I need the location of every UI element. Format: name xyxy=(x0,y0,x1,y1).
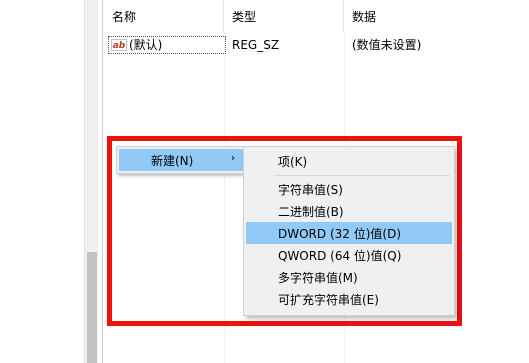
value-name: (默认) xyxy=(129,38,163,52)
tree-scrollbar-thumb[interactable] xyxy=(87,252,97,363)
context-menu: 新建(N) › xyxy=(116,146,246,174)
value-data: (数值未设置) xyxy=(352,38,422,52)
column-header-data[interactable]: 数据 xyxy=(344,0,529,32)
value-type: REG_SZ xyxy=(232,38,280,52)
pane-splitter[interactable] xyxy=(98,0,103,363)
menu-item-qword-value[interactable]: QWORD (64 位)值(Q) xyxy=(246,244,452,266)
menu-item-binary-value[interactable]: 二进制值(B) xyxy=(246,200,452,222)
value-name-cell[interactable]: ab (默认) xyxy=(108,36,226,54)
menu-item-new[interactable]: 新建(N) › xyxy=(119,149,243,171)
submenu-arrow-icon: › xyxy=(231,153,235,164)
menu-item-dword-value[interactable]: DWORD (32 位)值(D) xyxy=(246,222,452,244)
column-header-name[interactable]: 名称 xyxy=(104,0,224,32)
menu-separator xyxy=(274,175,450,176)
tree-pane[interactable] xyxy=(0,0,84,363)
string-value-icon: ab xyxy=(111,39,127,51)
menu-item-key[interactable]: 项(K) xyxy=(246,150,452,172)
list-item[interactable]: ab (默认) REG_SZ (数值未设置) xyxy=(106,36,529,54)
tree-scrollbar[interactable] xyxy=(84,0,98,363)
column-header-type[interactable]: 类型 xyxy=(224,0,344,32)
menu-item-new-label: 新建(N) xyxy=(151,153,194,168)
menu-item-expandable-string-value[interactable]: 可扩充字符串值(E) xyxy=(246,288,452,310)
new-submenu: 项(K) 字符串值(S) 二进制值(B) DWORD (32 位)值(D) QW… xyxy=(243,146,455,316)
menu-item-string-value[interactable]: 字符串值(S) xyxy=(246,178,452,200)
menu-item-multi-string-value[interactable]: 多字符串值(M) xyxy=(246,266,452,288)
